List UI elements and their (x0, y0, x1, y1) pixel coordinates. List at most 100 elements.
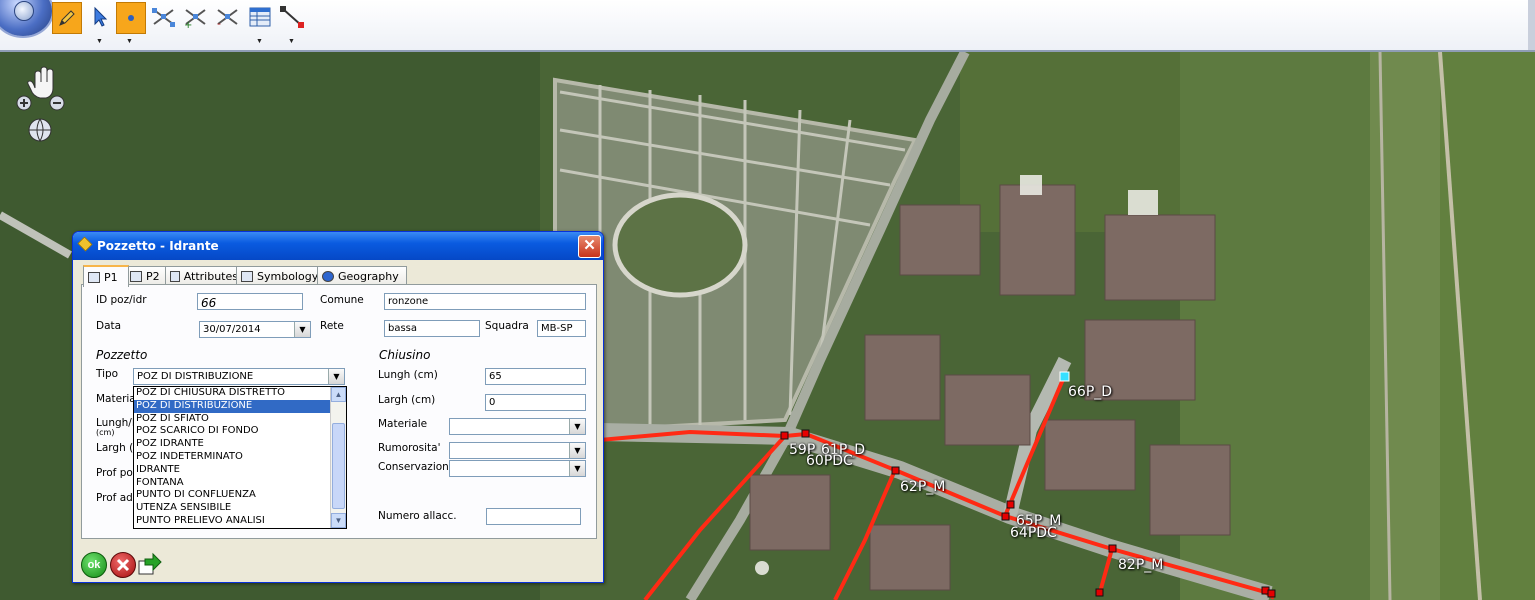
tipo-option[interactable]: IDRANTE (134, 464, 346, 477)
conservazione-label: Conservazione (378, 461, 456, 473)
tipo-option[interactable]: POZ IDRANTE (134, 438, 346, 451)
tab-p1[interactable]: P1 (83, 265, 129, 287)
chevron-down-icon[interactable]: ▼ (569, 443, 585, 458)
tipo-option[interactable]: PUNTO PRELIEVO ANALISI (134, 515, 346, 528)
form-icon (130, 270, 142, 282)
symbology-icon (241, 270, 253, 282)
remove-vertex-icon: - (217, 9, 238, 29)
tipo-value: POZ DI DISTRIBUZIONE (137, 371, 254, 382)
node-label-60pdc: 60PDC (806, 453, 853, 469)
tipo-dropdown-list[interactable]: POZ DI CHIUSURA DISTRETTO POZ DI DISTRIBU… (133, 386, 347, 529)
tipo-select[interactable]: POZ DI DISTRIBUZIONE ▼ (133, 368, 345, 385)
chevron-down-icon[interactable]: ▼ (294, 322, 310, 337)
chiusino-lungh-label: Lungh (cm) (378, 369, 438, 381)
tipo-option[interactable]: POZ DI SFIATO (134, 413, 346, 426)
rete-label: Rete (320, 320, 344, 332)
id-field[interactable]: 66 (197, 293, 303, 310)
remove-vertex-tool-button[interactable]: - (214, 2, 242, 32)
tab-label: P1 (104, 270, 118, 284)
vertices-icon (152, 8, 175, 27)
tipo-option[interactable]: POZ DI CHIUSURA DISTRETTO (134, 387, 346, 400)
zoom-out-icon[interactable] (49, 95, 65, 111)
comune-field[interactable]: ronzone (384, 293, 586, 310)
line-tool-dropdown[interactable]: ▼ (288, 38, 295, 45)
chevron-down-icon[interactable]: ▼ (569, 461, 585, 476)
line-tool-button[interactable] (278, 2, 306, 32)
edit-vertices-tool-button[interactable] (150, 2, 178, 32)
scroll-thumb[interactable] (332, 423, 345, 509)
chiusino-materiale-select[interactable]: ▼ (449, 418, 586, 435)
list-scrollbar[interactable]: ▲ ▼ (330, 387, 346, 528)
tab-attributes[interactable]: Attributes (165, 266, 243, 285)
tipo-option[interactable]: UTENZA SENSIBILE (134, 502, 346, 515)
close-button[interactable]: ✕ (578, 235, 601, 258)
scroll-up-icon[interactable]: ▲ (331, 387, 346, 402)
svg-text:-: - (217, 17, 221, 29)
node-label-66p-d: 66P_D (1068, 384, 1113, 400)
toolbar-edge (1528, 0, 1535, 50)
pencil-icon (59, 10, 75, 26)
chevron-down-icon[interactable]: ▼ (569, 419, 585, 434)
chiusino-section-title: Chiusino (379, 348, 431, 362)
dialog-title-bar[interactable]: Pozzetto - Idrante ✕ (73, 232, 603, 260)
materiale-label: Materia (96, 393, 136, 405)
diamond-icon (77, 236, 93, 252)
grid-icon (170, 270, 180, 282)
form-icon (88, 271, 100, 283)
globe-icon (14, 1, 34, 21)
draw-tool-button[interactable] (52, 2, 82, 34)
id-label: ID poz/idr (96, 294, 147, 306)
tab-label: Attributes (183, 269, 238, 283)
pan-hand-icon[interactable] (27, 66, 54, 99)
tipo-option[interactable]: POZ DI DISTRIBUZIONE (134, 399, 346, 413)
dialog-title: Pozzetto - Idrante (97, 239, 219, 253)
add-vertex-tool-button[interactable]: + (182, 2, 210, 32)
squadra-field[interactable]: MB-SP (537, 320, 586, 337)
date-picker[interactable]: 30/07/2014 ▼ (199, 321, 311, 338)
cancel-icon (116, 558, 130, 572)
rumorosita-select[interactable]: ▼ (449, 442, 586, 459)
app-menu-button[interactable] (0, 0, 52, 36)
tipo-option[interactable]: POZ SCARICO DI FONDO (134, 425, 346, 438)
cancel-button[interactable] (110, 552, 136, 578)
numero-allacc-label: Numero allacc. (378, 510, 457, 522)
point-icon (128, 15, 134, 21)
tab-geography[interactable]: Geography (317, 266, 407, 285)
chevron-down-icon[interactable]: ▼ (328, 369, 344, 384)
select-tool-button[interactable] (86, 2, 114, 32)
rete-field[interactable]: bassa (384, 320, 480, 337)
numero-allacc-field[interactable] (486, 508, 581, 525)
add-vertex-icon: + (184, 9, 206, 29)
data-label: Data (96, 320, 122, 332)
conservazione-select[interactable]: ▼ (449, 460, 586, 477)
globe-icon (322, 270, 334, 282)
ok-button[interactable]: ok (81, 552, 107, 578)
tipo-option[interactable]: POZ INDETERMINATO (134, 451, 346, 464)
prof-pozzo-label: Prof poz (96, 467, 139, 479)
globe-view-icon[interactable] (28, 118, 52, 143)
scroll-down-icon[interactable]: ▼ (331, 513, 346, 528)
toolbar: ▼ ▼ + - ▼ ▼ (0, 0, 1535, 52)
zoom-in-icon[interactable] (16, 95, 32, 111)
chiusino-largh-field[interactable]: 0 (485, 394, 586, 411)
tab-symbology[interactable]: Symbology (236, 266, 324, 285)
node-label-82p-m: 82P_M (1118, 557, 1164, 573)
table-icon (249, 7, 271, 27)
node-label-62p-m: 62P_M (900, 479, 946, 495)
export-button[interactable] (137, 552, 162, 576)
select-tool-dropdown[interactable]: ▼ (96, 38, 103, 45)
tab-label: P2 (146, 269, 160, 283)
tipo-option[interactable]: PUNTO DI CONFLUENZA (134, 489, 346, 502)
attribute-table-dropdown[interactable]: ▼ (256, 38, 263, 45)
tipo-option[interactable]: FONTANA (134, 477, 346, 490)
chiusino-materiale-label: Materiale (378, 418, 428, 430)
point-tool-button[interactable] (116, 2, 146, 34)
rumorosita-label: Rumorosita' (378, 442, 441, 454)
attribute-table-tool-button[interactable] (246, 2, 274, 32)
chiusino-lungh-field[interactable]: 65 (485, 368, 586, 385)
tab-label: Symbology (257, 269, 319, 283)
comune-label: Comune (320, 294, 364, 306)
point-tool-dropdown[interactable]: ▼ (126, 38, 133, 45)
pointer-icon (94, 6, 108, 27)
selected-node[interactable] (1059, 371, 1070, 382)
